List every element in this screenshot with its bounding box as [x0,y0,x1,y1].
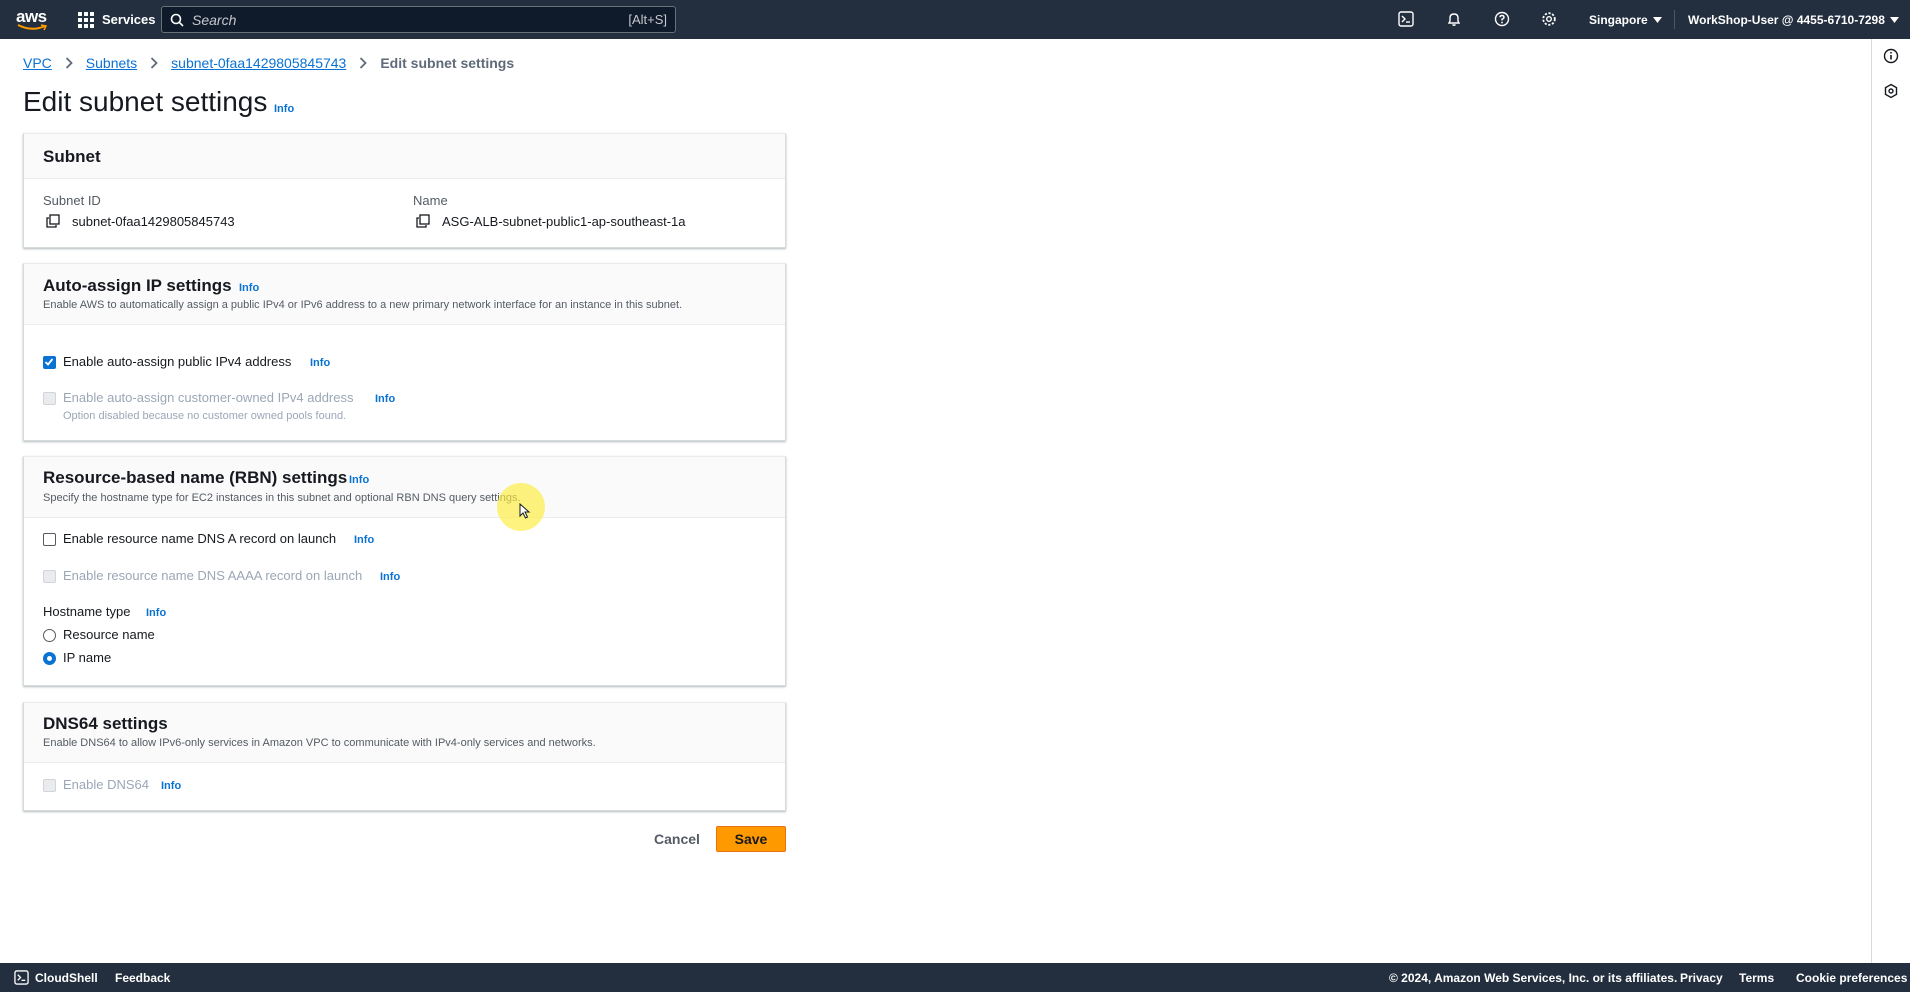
services-menu-button[interactable]: Services [78,0,156,39]
auto-assign-header: Auto-assign IP settings Info Enable AWS … [24,264,785,325]
hostname-type-label: Hostname type [43,604,131,619]
subnet-id-value: subnet-0faa1429805845743 [72,214,235,229]
auto-assign-info-link[interactable]: Info [239,282,259,294]
cloudshell-button[interactable]: CloudShell [14,963,98,992]
chevron-right-icon [150,57,158,69]
chevron-right-icon [65,57,73,69]
subnet-panel: Subnet Subnet ID subnet-0faa142980584574… [23,133,786,248]
customer-owned-ipv4-label: Enable auto-assign customer-owned IPv4 a… [63,390,354,405]
auto-assign-ipv4-checkbox[interactable] [43,356,56,369]
dns64-header: DNS64 settings Enable DNS64 to allow IPv… [24,703,785,763]
breadcrumb: VPC Subnets subnet-0faa1429805845743 Edi… [23,55,514,71]
aws-logo[interactable]: aws [16,7,50,31]
hostname-ip-name-radio[interactable] [43,652,56,665]
dns-aaaa-record-info-link[interactable]: Info [380,571,400,583]
caret-down-icon [1889,16,1899,23]
copy-icon[interactable] [416,214,430,233]
nav-divider [1674,10,1675,29]
bell-icon[interactable] [1444,9,1464,29]
top-navigation: aws Services [Alt+S] Singapore WorkS [0,0,1910,39]
auto-assign-description: Enable AWS to automatically assign a pub… [43,299,683,311]
save-button[interactable]: Save [716,826,786,852]
enable-dns64-label: Enable DNS64 [63,777,149,792]
check-icon [44,358,54,366]
grid-icon [78,11,94,28]
terms-link[interactable]: Terms [1739,963,1774,992]
region-selector[interactable]: Singapore [1589,0,1662,39]
aws-smile-icon [17,24,47,31]
subnet-panel-header: Subnet [24,134,785,179]
dns-aaaa-record-label: Enable resource name DNS AAAA record on … [63,568,363,583]
search-shortcut: [Alt+S] [628,12,667,27]
dns64-description: Enable DNS64 to allow IPv6-only services… [43,737,596,749]
customer-owned-ipv4-info-link[interactable]: Info [375,393,395,405]
search-bar[interactable]: [Alt+S] [161,6,676,33]
subnet-name-label: Name [413,193,448,208]
search-icon [170,13,184,27]
feedback-link[interactable]: Feedback [115,963,170,992]
cloudshell-icon[interactable] [1396,9,1416,29]
rbn-header: Resource-based name (RBN) settings Info … [24,457,785,518]
account-label: WorkShop-User @ 4455-6710-7298 [1688,12,1885,27]
enable-dns64-info-link[interactable]: Info [161,780,181,792]
settings-panel-icon[interactable] [1883,83,1901,101]
mouse-cursor-icon [519,503,531,519]
hostname-resource-name-label: Resource name [63,627,155,642]
rbn-panel: Resource-based name (RBN) settings Info … [23,456,786,686]
account-menu[interactable]: WorkShop-User @ 4455-6710-7298 [1688,0,1899,39]
page-title: Edit subnet settings [23,86,268,117]
dns-a-record-checkbox[interactable] [43,533,56,546]
search-input[interactable] [192,11,629,28]
region-label: Singapore [1589,12,1648,27]
breadcrumb-current: Edit subnet settings [380,55,515,71]
privacy-link[interactable]: Privacy [1680,963,1723,992]
dns64-panel: DNS64 settings Enable DNS64 to allow IPv… [23,702,786,811]
subnet-panel-title: Subnet [43,147,101,166]
copy-icon[interactable] [46,214,60,233]
enable-dns64-checkbox[interactable] [43,779,56,792]
hostname-ip-name-label: IP name [63,650,112,665]
cloudshell-label: CloudShell [35,970,98,985]
subnet-name-value: ASG-ALB-subnet-public1-ap-southeast-1a [442,214,686,229]
services-label: Services [102,12,156,27]
dns-aaaa-record-checkbox[interactable] [43,570,56,583]
cookie-preferences-link[interactable]: Cookie preferences [1796,963,1907,992]
info-panel-icon[interactable] [1883,48,1901,66]
auto-assign-ipv4-label: Enable auto-assign public IPv4 address [63,354,292,369]
rbn-title: Resource-based name (RBN) settings [43,468,348,487]
customer-owned-ipv4-hint: Option disabled because no customer owne… [63,410,347,422]
breadcrumb-vpc[interactable]: VPC [23,55,52,71]
cancel-button[interactable]: Cancel [650,826,704,852]
footer: CloudShell Feedback © 2024, Amazon Web S… [0,963,1910,992]
cloudshell-icon [14,970,29,985]
copyright-text: © 2024, Amazon Web Services, Inc. or its… [1389,970,1678,985]
help-icon[interactable] [1492,9,1512,29]
auto-assign-panel: Auto-assign IP settings Info Enable AWS … [23,263,786,441]
hostname-type-info-link[interactable]: Info [146,607,166,619]
caret-down-icon [1652,16,1662,23]
customer-owned-ipv4-checkbox[interactable] [43,392,56,405]
rbn-info-link[interactable]: Info [349,474,369,486]
right-utility-rail [1871,39,1910,963]
subnet-id-label: Subnet ID [43,193,101,208]
breadcrumb-subnets[interactable]: Subnets [86,55,137,71]
chevron-right-icon [359,57,368,69]
page-info-link[interactable]: Info [274,103,294,115]
dns64-title: DNS64 settings [43,714,168,733]
hostname-resource-name-radio[interactable] [43,629,56,642]
dns-a-record-info-link[interactable]: Info [354,534,374,546]
auto-assign-title: Auto-assign IP settings [43,276,232,295]
rbn-description: Specify the hostname type for EC2 instan… [43,492,521,504]
gear-icon[interactable] [1539,9,1559,29]
auto-assign-ipv4-info-link[interactable]: Info [310,357,330,369]
breadcrumb-subnet-id[interactable]: subnet-0faa1429805845743 [171,55,346,71]
dns-a-record-label: Enable resource name DNS A record on lau… [63,531,337,546]
